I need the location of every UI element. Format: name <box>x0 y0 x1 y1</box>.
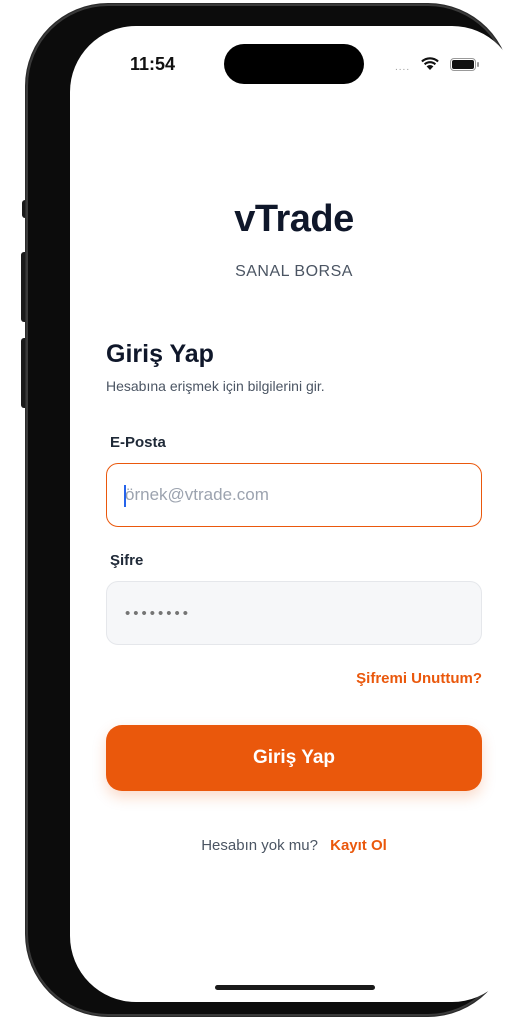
app-screen: 11:54 .... vTrade SANAL BORSA Giriş Yap … <box>70 26 518 1002</box>
login-button[interactable]: Giriş Yap <box>106 725 482 791</box>
email-field[interactable] <box>106 463 482 527</box>
email-label: E-Posta <box>110 434 166 451</box>
forgot-password-link[interactable]: Şifremi Unuttum? <box>356 670 482 687</box>
text-cursor <box>124 485 126 507</box>
battery-icon <box>450 58 479 71</box>
register-prompt: Hesabın yok mu? <box>201 837 318 854</box>
device-mockup: 11:54 .... vTrade SANAL BORSA Giriş Yap … <box>0 0 529 1024</box>
signal-icon: .... <box>395 62 411 73</box>
app-tagline: SANAL BORSA <box>235 263 353 280</box>
dynamic-island <box>224 44 364 84</box>
register-row: Hesabın yok mu? Kayıt Ol <box>70 837 518 854</box>
password-field[interactable] <box>106 581 482 645</box>
wifi-icon <box>421 57 439 70</box>
password-label: Şifre <box>110 552 144 569</box>
app-logo-text: vTrade <box>234 198 354 240</box>
register-link[interactable]: Kayıt Ol <box>330 837 387 854</box>
home-indicator[interactable] <box>215 985 375 990</box>
page-title: Giriş Yap <box>106 340 214 368</box>
page-subtitle: Hesabına erişmek için bilgilerini gir. <box>106 378 325 394</box>
status-time: 11:54 <box>130 54 176 74</box>
phone-frame: 11:54 .... vTrade SANAL BORSA Giriş Yap … <box>26 4 518 1016</box>
